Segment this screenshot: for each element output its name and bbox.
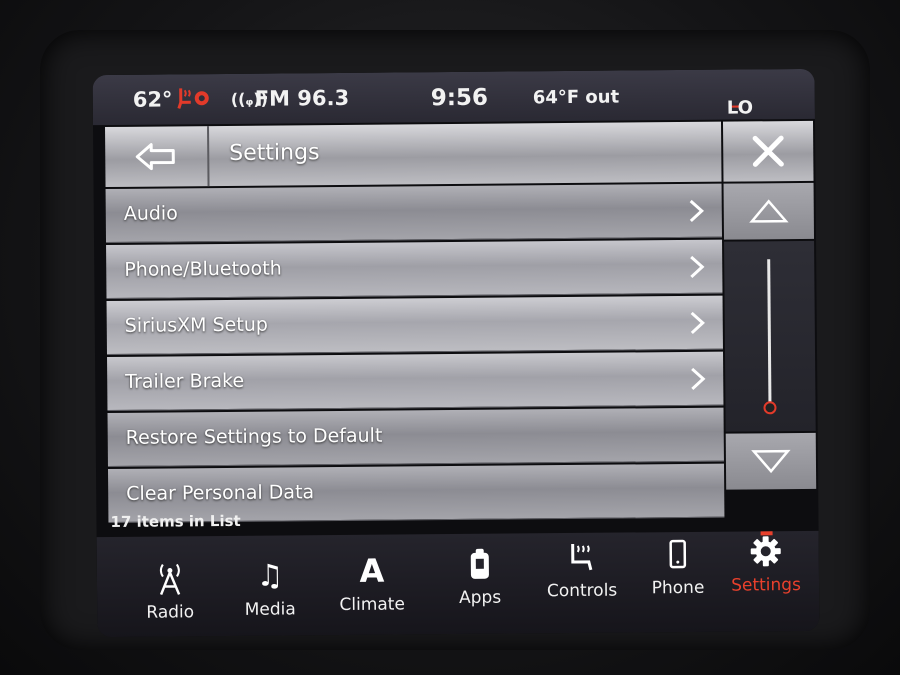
nav-label: Climate [339, 594, 405, 616]
list-item-phone-bluetooth[interactable]: Phone/Bluetooth [106, 239, 723, 300]
nav-label: Phone [651, 577, 705, 599]
list-item-label: SiriusXM Setup [124, 313, 268, 337]
nav-settings[interactable]: Settings [721, 531, 812, 596]
items-count: 17 items in List [110, 511, 241, 532]
chevron-right-icon [689, 199, 704, 223]
list-item-siriusxm-setup[interactable]: SiriusXM Setup [106, 295, 723, 356]
scroll-track-line [767, 259, 772, 405]
list-item-audio[interactable]: Audio [105, 183, 723, 244]
scrollbar[interactable] [724, 240, 816, 432]
nav-label: Apps [459, 587, 502, 608]
close-button[interactable] [722, 120, 814, 182]
nav-apps[interactable]: Apps [435, 543, 526, 608]
back-arrow-icon [135, 143, 175, 171]
gear-icon [750, 536, 781, 567]
cabin-temperature: 62° [132, 87, 173, 112]
triangle-up-icon [749, 199, 789, 223]
nav-label: Controls [546, 580, 618, 602]
list-item-trailer-brake[interactable]: Trailer Brake [107, 351, 724, 412]
seat-level-text: LO [726, 97, 754, 119]
back-button[interactable] [105, 126, 210, 188]
infotainment-screen: 62° ((ᵩ)) FM 96.3 9:56 64°F out ⌐ LO Sett… [92, 68, 820, 638]
chevron-right-icon [691, 367, 706, 391]
clock: 9:56 [430, 84, 489, 112]
triangle-down-icon [751, 449, 791, 474]
climate-a-icon: A [359, 551, 385, 590]
list-item-label: Trailer Brake [125, 369, 245, 393]
list-item-label: Clear Personal Data [126, 481, 315, 505]
status-bar: 62° ((ᵩ)) FM 96.3 9:56 64°F out ⌐ LO [92, 68, 815, 126]
chevron-right-icon [690, 311, 705, 335]
list-item-restore-settings[interactable]: Restore Settings to Default [107, 407, 724, 468]
list-item-label: Phone/Bluetooth [124, 257, 282, 281]
apps-icon [470, 548, 489, 579]
chevron-right-icon [690, 255, 705, 279]
radio-tower-icon [159, 563, 181, 596]
nav-media[interactable]: ♫ Media [225, 555, 316, 620]
nav-phone[interactable]: Phone [633, 534, 724, 599]
radio-station: FM 96.3 [254, 85, 350, 111]
nav-label: Media [244, 599, 296, 620]
scroll-up-button[interactable] [723, 182, 815, 240]
heated-seat-icon [177, 84, 211, 110]
scroll-down-button[interactable] [725, 432, 817, 490]
nav-radio[interactable]: Radio [125, 558, 216, 623]
list-item-label: Restore Settings to Default [125, 424, 383, 449]
close-icon [752, 135, 784, 167]
bottom-nav: Radio ♫ Media A Climate Apps Controls Ph… [96, 530, 820, 638]
nav-controls[interactable]: Controls [537, 537, 628, 602]
music-note-icon: ♫ [256, 558, 284, 594]
nav-climate[interactable]: A Climate [327, 550, 418, 615]
phone-icon [669, 539, 687, 569]
nav-label: Settings [731, 574, 801, 596]
settings-list: Audio Phone/Bluetooth SiriusXM Setup Tra… [105, 183, 725, 525]
seat-controls-icon [571, 543, 593, 571]
nav-label: Radio [146, 602, 195, 623]
list-item-label: Audio [123, 202, 178, 225]
page-title: Settings [229, 140, 320, 166]
scroll-thumb[interactable] [763, 401, 777, 415]
outside-temperature: 64°F out [532, 86, 620, 109]
settings-header: Settings [105, 121, 722, 188]
